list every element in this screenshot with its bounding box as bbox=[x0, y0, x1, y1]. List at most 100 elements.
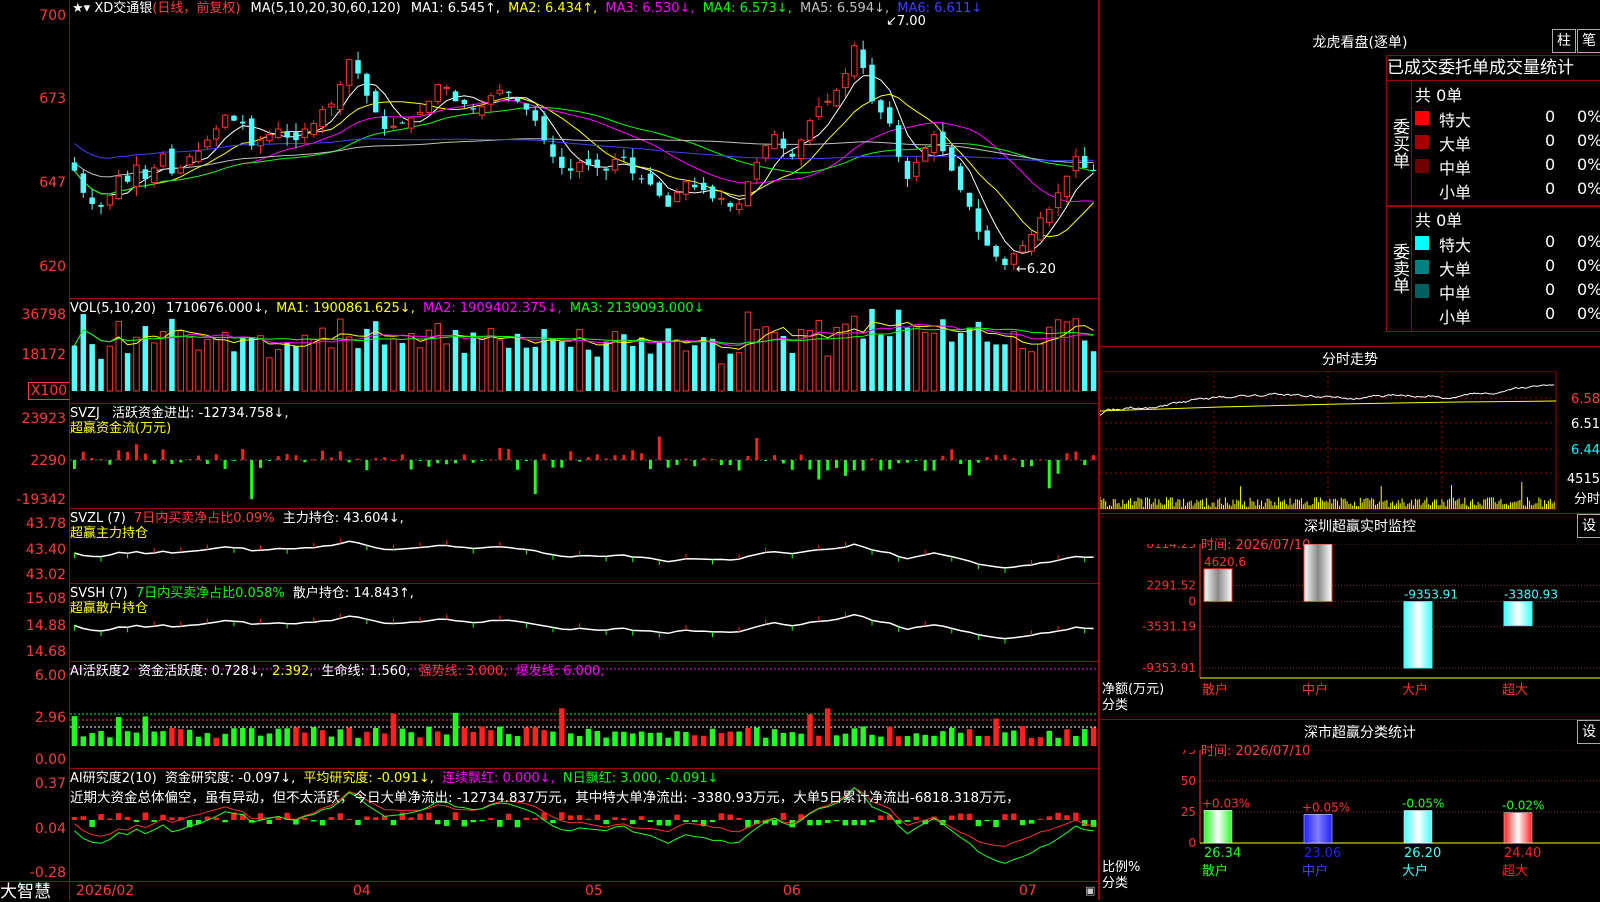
research-bar bbox=[461, 820, 468, 827]
volume-bar bbox=[80, 314, 87, 391]
candle-body bbox=[248, 118, 255, 146]
y-tick: 0.37 bbox=[34, 776, 66, 792]
research-bar bbox=[222, 820, 228, 823]
activity-bar bbox=[213, 737, 219, 746]
order-type-label: 大单 bbox=[1439, 260, 1472, 279]
intraday-y-tick: 6.58 bbox=[1571, 392, 1600, 407]
research-bar bbox=[727, 814, 733, 820]
flow-bar bbox=[595, 454, 599, 460]
activity-bar bbox=[842, 733, 849, 746]
activity-bar bbox=[957, 732, 964, 746]
research-bar bbox=[1046, 816, 1053, 820]
tick-mode-button[interactable]: 笔 bbox=[1577, 29, 1600, 53]
activity-bar bbox=[328, 736, 335, 746]
order-type-label: 小单 bbox=[1439, 183, 1472, 202]
intraday-chart[interactable] bbox=[1100, 371, 1600, 511]
order-type-label: 中单 bbox=[1439, 159, 1472, 178]
volume-bar bbox=[824, 355, 831, 392]
buy-label: 委买单 bbox=[1387, 81, 1412, 206]
activity-bar bbox=[266, 733, 273, 746]
sz-monitor-ylabel: 净额(万元) bbox=[1102, 682, 1165, 697]
dragon-panel[interactable]: 龙虎看盘(逐单) 柱 笔 已成交委托单成交量统计 委买单 共 0单 特大 0 0% 大… bbox=[1100, 0, 1600, 347]
research-bar bbox=[824, 820, 831, 823]
volume-bar bbox=[98, 358, 104, 391]
sz-class-settings-button[interactable]: 设 bbox=[1577, 720, 1600, 744]
vol-unit-button[interactable]: X100 bbox=[28, 382, 70, 400]
flow-bar bbox=[1083, 460, 1087, 466]
research-bar bbox=[1002, 814, 1008, 820]
activity-bar bbox=[816, 735, 822, 746]
sz-class-ylabel: 比例% bbox=[1102, 860, 1141, 875]
svzj-header: SVZJ 活跃资金进出: -12734.758↓, bbox=[70, 406, 289, 421]
activity-bar bbox=[514, 736, 521, 746]
volume-bar bbox=[319, 327, 326, 392]
candle-body bbox=[682, 181, 690, 195]
research-bar bbox=[133, 820, 140, 822]
activity-bar bbox=[160, 731, 166, 746]
sz-class-chart[interactable]: 75 50 25 0 +0.03% 26.34 散户 +0.05% 23.06 中户 -0.05% 2… bbox=[1100, 750, 1600, 900]
activity-bar bbox=[248, 728, 255, 746]
volume-bar bbox=[106, 345, 114, 392]
sz-monitor-panel[interactable]: 深圳超赢实时监控 设 时间: 2026/07/10 8114.23 2291.52… bbox=[1100, 514, 1600, 720]
ai-activity-pane[interactable]: AI活跃度2 资金活跃度: 0.728↓, 2.392, 生命线: 1.560,… bbox=[70, 661, 1098, 768]
ai1-v1: 资金活跃度: 0.728↓, bbox=[138, 664, 264, 679]
svzl-pane[interactable]: SVZL (7) 7日内买卖净占比0.09% 主力持仓: 43.604↓, 超赢… bbox=[70, 508, 1098, 583]
candle-body bbox=[452, 91, 459, 102]
candle-body bbox=[1090, 169, 1097, 171]
flow-bar bbox=[1074, 451, 1078, 460]
sz-monitor-chart[interactable]: 8114.232291.520-3531.19-9353.914620.6散户8… bbox=[1100, 544, 1600, 714]
activity-bar bbox=[178, 729, 184, 746]
research-bar bbox=[142, 812, 149, 820]
volume-pane[interactable]: VOL(5,10,20) 1710676.000↓, MA1: 1900861.… bbox=[70, 298, 1098, 403]
flow-bar bbox=[560, 460, 564, 468]
intraday-y-tick: 6.44 bbox=[1571, 443, 1600, 458]
svzj-pane[interactable]: SVZJ 活跃资金进出: -12734.758↓, 超赢资金流(万元) bbox=[70, 403, 1098, 508]
bar-mode-button[interactable]: 柱 bbox=[1552, 29, 1576, 53]
research-bar bbox=[816, 820, 822, 826]
candle-body bbox=[399, 122, 406, 124]
intraday-panel[interactable]: 分时走势 6.58 6.51 6.44 4515 分时 bbox=[1100, 347, 1600, 514]
candle-body bbox=[621, 156, 627, 158]
lock-icon[interactable]: ▣ bbox=[1085, 883, 1095, 898]
volume-bar bbox=[71, 345, 78, 391]
right-panel[interactable]: 龙虎看盘(逐单) 柱 笔 已成交委托单成交量统计 委买单 共 0单 特大 0 0% 大… bbox=[1099, 0, 1600, 900]
flow-bar bbox=[365, 460, 369, 471]
flow-bar bbox=[143, 453, 147, 460]
activity-bar bbox=[107, 737, 113, 746]
volume-bar bbox=[940, 319, 946, 391]
svsh-pane[interactable]: SVSH (7) 7日内买卖净占比0.058% 散户持仓: 14.843↑, 超… bbox=[70, 583, 1098, 661]
volume-bar bbox=[966, 327, 973, 391]
y-tick: 0.00 bbox=[34, 752, 66, 768]
y-tick: 0 bbox=[1188, 836, 1196, 850]
candle-body bbox=[1019, 245, 1026, 253]
svzj-value: 活跃资金进出: -12734.758↓, bbox=[112, 406, 289, 421]
star-icon: ★▾ bbox=[72, 1, 91, 16]
category-label: 大户 bbox=[1402, 863, 1428, 879]
main-kline-pane[interactable]: ★▾ XD交通银(日线，前复权) MA(5,10,20,30,60,120) M… bbox=[70, 0, 1098, 297]
ai2-v2: 平均研究度: -0.091↓, bbox=[303, 771, 434, 786]
order-pct: 0% bbox=[1577, 280, 1600, 299]
ai-research-pane[interactable]: AI研究度2(10) 资金研究度: -0.097↓, 平均研究度: -0.091… bbox=[70, 768, 1098, 881]
legend-swatch bbox=[1415, 183, 1429, 197]
y-tick: 75 bbox=[1181, 750, 1196, 757]
candle-body bbox=[221, 114, 229, 128]
research-bar bbox=[603, 820, 609, 825]
ai2-comment: 近期大资金总体偏空，虽有异动，但不太活跃，今日大单净流出: -12734.837… bbox=[70, 790, 1020, 806]
activity-bar bbox=[231, 728, 237, 746]
flow-bar bbox=[489, 459, 493, 461]
sell-total: 共 0单 bbox=[1415, 211, 1463, 230]
candle-body bbox=[727, 203, 733, 207]
volume-bar bbox=[505, 347, 512, 391]
order-count: 0 bbox=[1545, 256, 1556, 275]
candle-body bbox=[496, 89, 504, 94]
sz-monitor-settings-button[interactable]: 设 bbox=[1577, 514, 1600, 538]
sell-block: 委卖单 共 0单 特大 0 0% 大单 0 0% 中单 0 0% 小单 0 0% bbox=[1386, 205, 1600, 332]
volume-bar bbox=[1046, 326, 1053, 392]
sz-class-panel[interactable]: 深市超赢分类统计 设 时间: 2026/07/10 75 50 25 0 +0.03% 2… bbox=[1100, 720, 1600, 900]
order-count: 0 bbox=[1545, 131, 1556, 150]
candle-body bbox=[115, 175, 122, 200]
flow-bar bbox=[285, 454, 289, 460]
research-bar bbox=[302, 817, 308, 820]
kline-chart[interactable] bbox=[70, 0, 1098, 297]
flow-bar bbox=[1056, 460, 1060, 474]
